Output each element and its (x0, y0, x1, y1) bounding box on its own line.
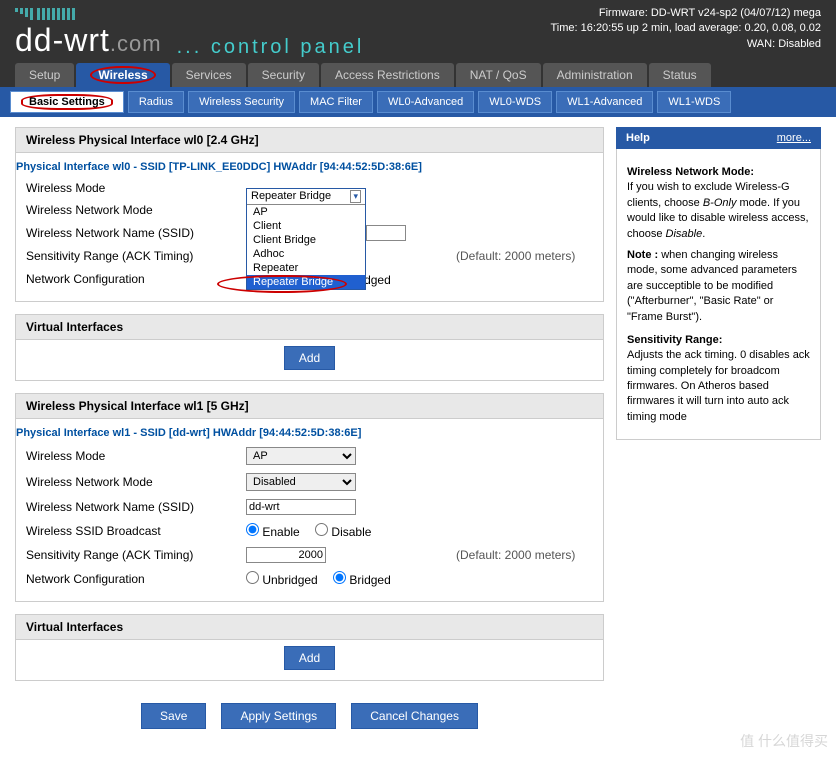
wl0-mode-opt-ap[interactable]: AP (247, 205, 365, 219)
wl0-interface-title: Physical Interface wl0 - SSID [TP-LINK_E… (16, 153, 603, 177)
wl1-ack-label: Sensitivity Range (ACK Timing) (26, 548, 246, 562)
subtab-basic-settings[interactable]: Basic Settings (10, 91, 124, 113)
wl0-ssid-input[interactable] (366, 225, 406, 241)
wl0-section: Wireless Physical Interface wl0 [2.4 GHz… (15, 127, 604, 302)
subtab-mac-filter[interactable]: MAC Filter (299, 91, 373, 113)
main-tabs: Setup Wireless Services Security Access … (15, 63, 821, 87)
firmware-text: Firmware: DD-WRT v24-sp2 (04/07/12) mega (551, 6, 822, 21)
wl1-interface-title: Physical Interface wl1 - SSID [dd-wrt] H… (16, 419, 603, 443)
tab-wireless[interactable]: Wireless (76, 63, 169, 87)
wl0-mode-opt-adhoc[interactable]: Adhoc (247, 247, 365, 261)
wl1-section-title: Wireless Physical Interface wl1 [5 GHz] (16, 394, 603, 419)
wl1-netconf-label: Network Configuration (26, 572, 246, 586)
sub-tabs: Basic Settings Radius Wireless Security … (0, 87, 836, 117)
add-virtual-wl0-button[interactable]: Add (284, 346, 335, 370)
help-more-link[interactable]: more... (777, 132, 811, 144)
wl0-ssid-label: Wireless Network Name (SSID) (26, 226, 246, 240)
virtual-interfaces-wl0: Virtual Interfaces Add (15, 314, 604, 381)
wl0-mode-select[interactable]: Repeater Bridge ▾ AP Client Client Bridge… (246, 188, 366, 290)
wl1-netmode-select[interactable]: Disabled (246, 473, 356, 491)
wl0-mode-label: Wireless Mode (26, 181, 246, 195)
wl1-broadcast-label: Wireless SSID Broadcast (26, 524, 246, 538)
wl0-netmode-label: Wireless Network Mode (26, 203, 246, 217)
cancel-changes-button[interactable]: Cancel Changes (351, 703, 478, 729)
subtab-wl0-wds[interactable]: WL0-WDS (478, 91, 552, 113)
wl1-ack-default: (Default: 2000 meters) (456, 548, 575, 562)
wl1-bridged-radio[interactable]: Bridged (333, 573, 391, 587)
wl0-mode-opt-client[interactable]: Client (247, 219, 365, 233)
wan-text: WAN: Disabled (551, 37, 822, 52)
wl1-mode-label: Wireless Mode (26, 449, 246, 463)
wl0-mode-opt-client-bridge[interactable]: Client Bridge (247, 233, 365, 247)
time-text: Time: 16:20:55 up 2 min, load average: 0… (551, 21, 822, 36)
tab-access-restrictions[interactable]: Access Restrictions (321, 63, 454, 87)
subtab-wl0-advanced[interactable]: WL0-Advanced (377, 91, 474, 113)
help-body: Wireless Network Mode: If you wish to ex… (616, 149, 821, 440)
wl0-ack-default: (Default: 2000 meters) (456, 249, 575, 263)
save-button[interactable]: Save (141, 703, 206, 729)
wl1-ssid-label: Wireless Network Name (SSID) (26, 500, 246, 514)
help-header: Help more... (616, 127, 821, 149)
virtual-interfaces-wl1: Virtual Interfaces Add (15, 614, 604, 681)
help-h2: Sensitivity Range: (627, 333, 810, 348)
wl1-ack-input[interactable] (246, 547, 326, 563)
wl1-ssid-input[interactable] (246, 499, 356, 515)
control-panel-label: ... control panel (177, 36, 365, 59)
wl0-netconf-label: Network Configuration (26, 272, 246, 286)
wl0-ack-label: Sensitivity Range (ACK Timing) (26, 249, 246, 263)
wl1-broadcast-disable-radio[interactable]: Disable (315, 525, 371, 539)
help-h1: Wireless Network Mode: (627, 165, 810, 180)
tab-services[interactable]: Services (172, 63, 246, 87)
subtab-wl1-wds[interactable]: WL1-WDS (657, 91, 731, 113)
wl1-broadcast-enable-radio[interactable]: Enable (246, 525, 300, 539)
header-status: Firmware: DD-WRT v24-sp2 (04/07/12) mega… (551, 6, 822, 52)
logo-text: dd-wrt.com (15, 22, 162, 59)
wl1-mode-select[interactable]: AP (246, 447, 356, 465)
watermark: 值 什么值得买 (740, 731, 828, 751)
subtab-radius[interactable]: Radius (128, 91, 184, 113)
wl1-netmode-label: Wireless Network Mode (26, 475, 246, 489)
tab-administration[interactable]: Administration (543, 63, 647, 87)
add-virtual-wl1-button[interactable]: Add (284, 646, 335, 670)
tab-setup[interactable]: Setup (15, 63, 74, 87)
virtual-title-2: Virtual Interfaces (16, 615, 603, 640)
tab-security[interactable]: Security (248, 63, 319, 87)
tab-status[interactable]: Status (649, 63, 711, 87)
wl0-mode-opt-repeater-bridge[interactable]: Repeater Bridge (247, 275, 365, 289)
chevron-down-icon: ▾ (350, 190, 361, 203)
wl0-section-title: Wireless Physical Interface wl0 [2.4 GHz… (16, 128, 603, 153)
virtual-title: Virtual Interfaces (16, 315, 603, 340)
wl0-mode-opt-repeater[interactable]: Repeater (247, 261, 365, 275)
subtab-wireless-security[interactable]: Wireless Security (188, 91, 295, 113)
apply-settings-button[interactable]: Apply Settings (221, 703, 336, 729)
subtab-wl1-advanced[interactable]: WL1-Advanced (556, 91, 653, 113)
tab-nat-qos[interactable]: NAT / QoS (456, 63, 541, 87)
help-title: Help (626, 132, 650, 144)
wl1-section: Wireless Physical Interface wl1 [5 GHz] … (15, 393, 604, 602)
wl1-unbridged-radio[interactable]: Unbridged (246, 573, 318, 587)
